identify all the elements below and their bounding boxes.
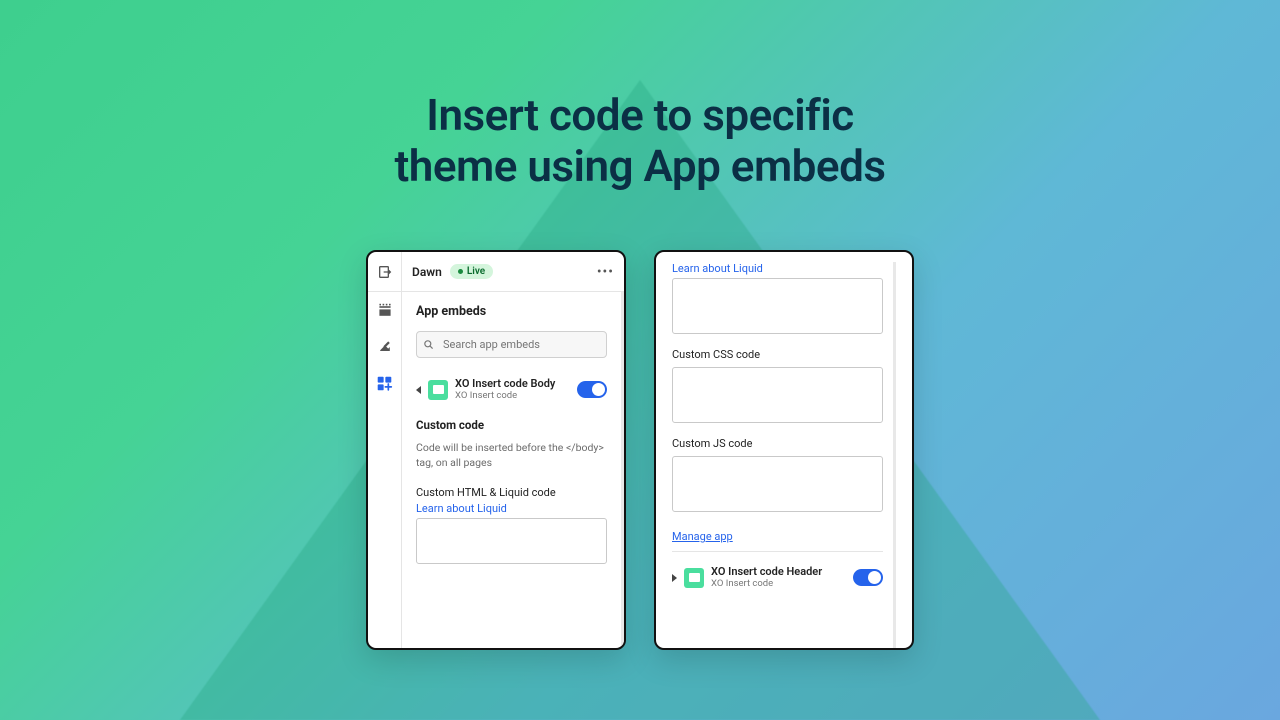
theme-settings-icon[interactable] — [376, 338, 394, 356]
liquid-code-textarea[interactable] — [672, 278, 883, 334]
topbar: Dawn Live ••• — [368, 252, 624, 292]
js-label: Custom JS code — [672, 437, 883, 450]
manage-app-link[interactable]: Manage app — [672, 530, 883, 543]
sections-icon[interactable] — [376, 302, 394, 320]
js-code-textarea[interactable] — [672, 456, 883, 512]
section-title: App embeds — [416, 304, 607, 319]
liquid-link[interactable]: Learn about Liquid — [416, 502, 607, 515]
embed-title: XO Insert code Body — [455, 378, 570, 391]
more-button[interactable]: ••• — [597, 264, 614, 280]
css-label: Custom CSS code — [672, 348, 883, 361]
card-scroll-continued: Learn about Liquid Custom CSS code Custo… — [654, 250, 914, 650]
toggle-header[interactable] — [853, 569, 883, 586]
embed-row-body[interactable]: XO Insert code Body XO Insert code — [416, 374, 607, 406]
app-icon — [684, 568, 704, 588]
headline: Insert code to specific theme using App … — [395, 90, 886, 191]
embed-title: XO Insert code Header — [711, 566, 846, 579]
html-label: Custom HTML & Liquid code — [416, 486, 607, 499]
html-code-textarea[interactable] — [416, 518, 607, 564]
embed-sub: XO Insert code — [455, 391, 570, 402]
cards-wrapper: Dawn Live ••• App embeds — [366, 250, 914, 650]
toggle-body[interactable] — [577, 381, 607, 398]
embed-sub: XO Insert code — [711, 579, 846, 590]
exit-icon — [377, 264, 393, 280]
card-theme-editor: Dawn Live ••• App embeds — [366, 250, 626, 650]
app-embeds-icon[interactable] — [376, 374, 394, 392]
theme-name: Dawn — [412, 265, 442, 279]
custom-code-desc: Code will be inserted before the </body>… — [416, 440, 607, 470]
app-icon — [428, 380, 448, 400]
caret-icon — [672, 574, 677, 582]
liquid-link-2[interactable]: Learn about Liquid — [672, 262, 883, 275]
search-icon — [423, 339, 435, 351]
custom-code-heading: Custom code — [416, 418, 607, 432]
css-code-textarea[interactable] — [672, 367, 883, 423]
exit-button[interactable] — [368, 252, 402, 291]
caret-icon — [416, 386, 421, 394]
search-input[interactable] — [416, 331, 607, 358]
live-badge: Live — [450, 264, 493, 279]
divider — [672, 551, 883, 552]
embed-row-header[interactable]: XO Insert code Header XO Insert code — [672, 562, 883, 594]
left-rail — [368, 292, 402, 648]
